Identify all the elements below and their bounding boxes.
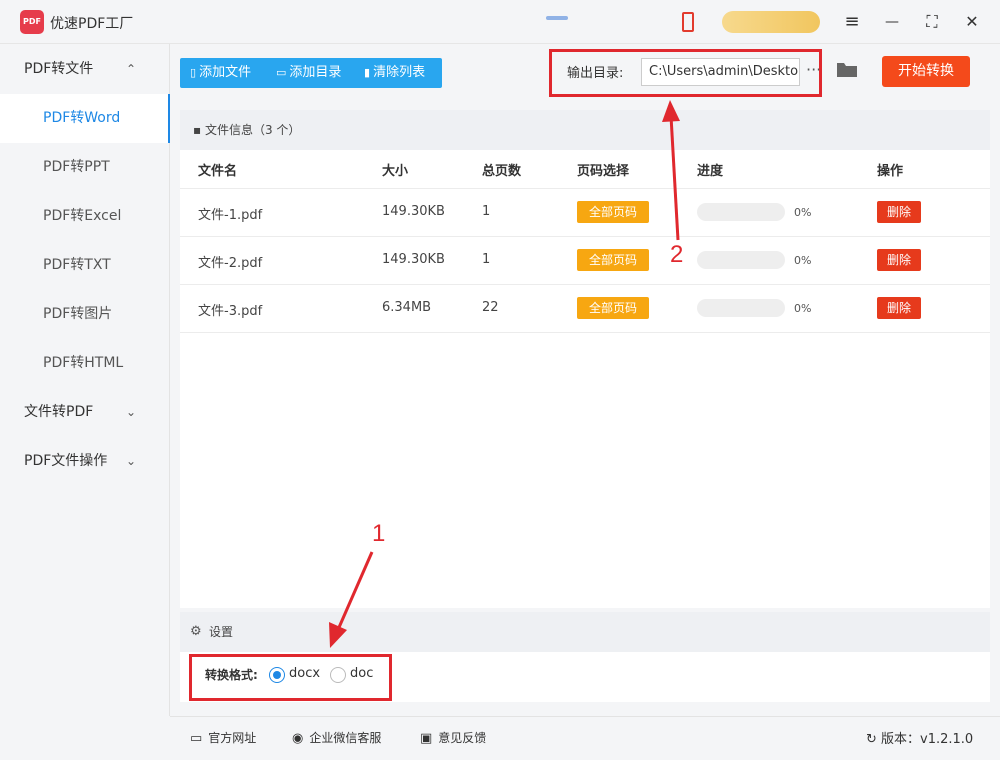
maximize-icon[interactable]: ⛶	[920, 10, 944, 34]
table-header-row	[180, 140, 990, 189]
folder-icon[interactable]	[837, 62, 857, 78]
sidebar-item-pdf-to-excel[interactable]: PDF转Excel	[0, 192, 170, 241]
sidebar-item-pdf-to-word[interactable]: PDF转Word	[0, 94, 170, 143]
minimize-icon[interactable]: —	[880, 10, 904, 34]
sidebar-group-label: 文件转PDF	[24, 404, 94, 420]
progress-bar	[697, 203, 785, 221]
title-bar: PDF 优速PDF工厂 ≡ — ⛶ ✕	[0, 0, 1000, 44]
official-website-link[interactable]: ▭ 官方网址	[190, 729, 256, 746]
chevron-up-icon: ⌃	[126, 62, 137, 76]
add-file-button[interactable]: ▯ 添加文件	[190, 58, 251, 88]
chevron-down-icon: ⌄	[126, 405, 137, 419]
chat-icon: ◉	[292, 731, 304, 746]
phone-icon[interactable]	[682, 12, 694, 32]
progress-percent: 0%	[794, 254, 812, 267]
folder-outline-icon: ▭	[276, 66, 287, 79]
app-title: 优速PDF工厂	[50, 16, 134, 32]
close-icon[interactable]: ✕	[960, 10, 984, 34]
page-select-button[interactable]: 全部页码	[577, 249, 649, 271]
sidebar-group-file-to-pdf[interactable]: 文件转PDF ⌄	[0, 388, 170, 437]
chevron-down-icon: ⌄	[126, 454, 137, 468]
feedback-icon: ▣	[420, 731, 433, 746]
file-name: 文件-3.pdf	[198, 304, 263, 319]
add-file-label: 添加文件	[199, 65, 252, 80]
trash-icon: ▮	[364, 66, 371, 79]
file-name: 文件-2.pdf	[198, 256, 263, 271]
version-info: ↻ 版本：v1.2.1.0	[866, 728, 973, 747]
file-pages: 22	[482, 300, 499, 315]
progress-percent: 0%	[794, 206, 812, 219]
progress-percent: 0%	[794, 302, 812, 315]
skin-icon[interactable]	[546, 16, 568, 20]
annotation-box-output	[549, 49, 822, 97]
official-website-label: 官方网址	[208, 731, 257, 745]
wechat-service-label: 企业微信客服	[309, 731, 382, 745]
add-directory-button[interactable]: ▭ 添加目录	[276, 58, 341, 88]
version-text: 版本：v1.2.1.0	[881, 732, 974, 747]
sidebar-group-pdf-operations[interactable]: PDF文件操作 ⌄	[0, 437, 170, 486]
settings-header	[180, 612, 990, 652]
sidebar-item-pdf-to-ppt[interactable]: PDF转PPT	[0, 143, 170, 192]
feedback-label: 意见反馈	[438, 731, 487, 745]
progress-bar	[697, 299, 785, 317]
website-icon: ▭	[190, 731, 203, 746]
sidebar-item-pdf-to-html[interactable]: PDF转HTML	[0, 339, 170, 388]
toolbar: ▯ 添加文件 ▭ 添加目录 ▮ 清除列表	[180, 58, 442, 88]
file-size: 149.30KB	[382, 204, 445, 219]
delete-button[interactable]: 删除	[877, 249, 921, 271]
sidebar-group-label: PDF文件操作	[24, 453, 108, 469]
file-icon: ▯	[190, 66, 197, 79]
sidebar-item-pdf-to-txt[interactable]: PDF转TXT	[0, 241, 170, 290]
file-info-title: ▪ 文件信息（3 个）	[193, 121, 300, 138]
refresh-icon: ↻	[866, 732, 882, 747]
file-info-count: 文件信息（3 个）	[204, 123, 301, 137]
progress-bar	[697, 251, 785, 269]
clear-list-label: 清除列表	[373, 65, 426, 80]
page-select-button[interactable]: 全部页码	[577, 201, 649, 223]
delete-button[interactable]: 删除	[877, 297, 921, 319]
page-select-button[interactable]: 全部页码	[577, 297, 649, 319]
vip-badge[interactable]	[722, 11, 820, 33]
settings-title: 设置	[209, 625, 234, 639]
wechat-service-link[interactable]: ◉ 企业微信客服	[292, 729, 381, 746]
sidebar-group-pdf-to-file[interactable]: PDF转文件 ⌃	[0, 45, 170, 94]
file-size: 149.30KB	[382, 252, 445, 267]
document-icon: ▪	[193, 123, 205, 137]
file-size: 6.34MB	[382, 300, 432, 315]
start-convert-button[interactable]: 开始转换	[882, 56, 970, 87]
sidebar-group-label: PDF转文件	[24, 61, 94, 77]
file-name: 文件-1.pdf	[198, 208, 263, 223]
app-logo-icon: PDF	[20, 10, 44, 34]
gear-icon: ⚙	[190, 624, 202, 639]
delete-button[interactable]: 删除	[877, 201, 921, 223]
annotation-label-1: 1	[372, 520, 386, 547]
clear-list-button[interactable]: ▮ 清除列表	[364, 58, 425, 88]
sidebar-item-pdf-to-image[interactable]: PDF转图片	[0, 290, 170, 339]
file-pages: 1	[482, 204, 491, 219]
annotation-box-format	[189, 654, 392, 701]
add-directory-label: 添加目录	[289, 65, 342, 80]
menu-icon[interactable]: ≡	[840, 10, 864, 34]
feedback-link[interactable]: ▣ 意见反馈	[420, 729, 486, 746]
file-pages: 1	[482, 252, 491, 267]
annotation-label-2: 2	[670, 241, 684, 268]
